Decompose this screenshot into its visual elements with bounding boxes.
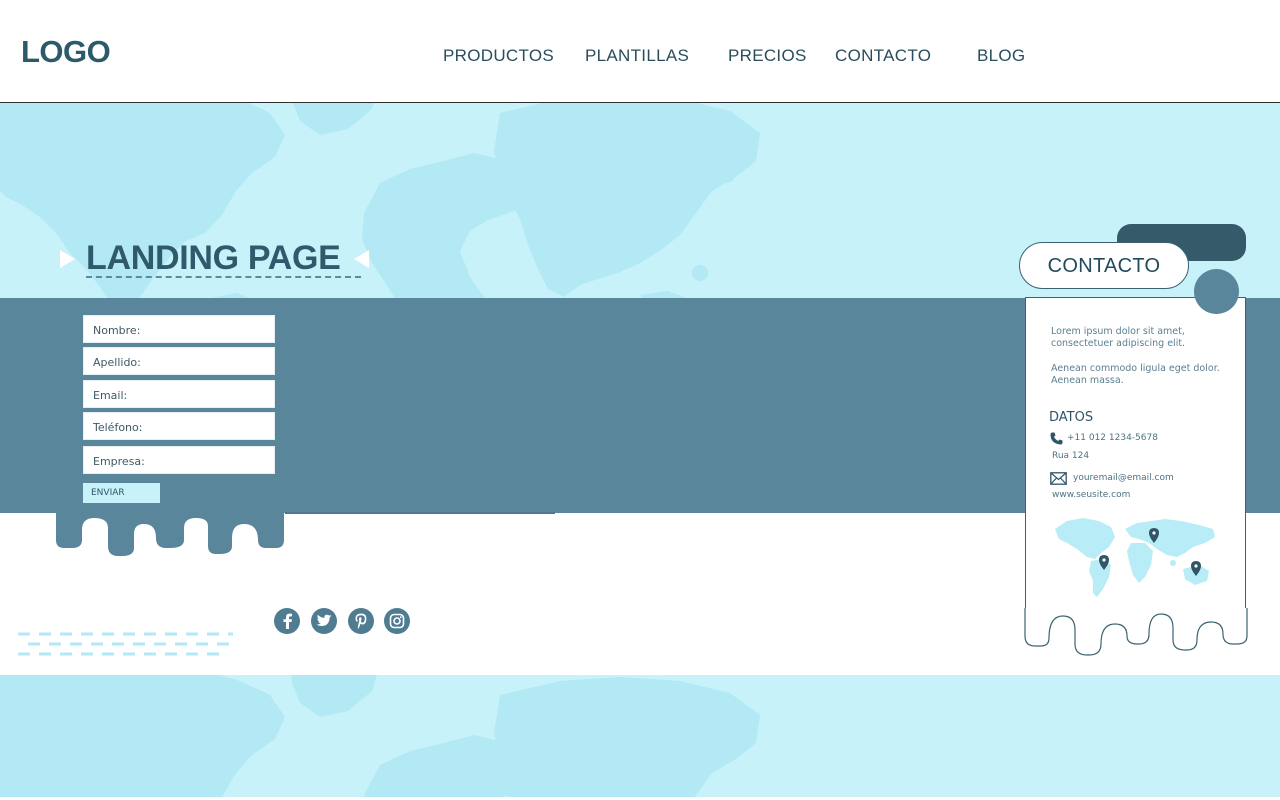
title-arrow-left xyxy=(60,250,75,268)
band-divider xyxy=(285,512,555,514)
nav-precios[interactable]: PRECIOS xyxy=(728,46,807,66)
card-paragraph-1: Lorem ipsum dolor sit amet, consectetuer… xyxy=(1051,326,1186,349)
enviar-button[interactable]: ENVIAR xyxy=(83,483,160,503)
website-link[interactable]: www.seusite.com xyxy=(1052,490,1130,500)
drip-decoration xyxy=(56,512,284,556)
nav-blog[interactable]: BLOG xyxy=(977,46,1025,66)
footer-section xyxy=(0,675,1280,797)
world-map-mini xyxy=(1055,518,1215,597)
nav-plantillas[interactable]: PLANTILLAS xyxy=(585,46,689,66)
site-header: LOGO PRODUCTOS PLANTILLAS PRECIOS CONTAC… xyxy=(0,0,1280,103)
address: Rua 124 xyxy=(1052,451,1090,461)
nav-contacto[interactable]: CONTACTO xyxy=(835,46,931,66)
title-underline xyxy=(86,276,361,278)
telefono-field[interactable]: Teléfono: xyxy=(83,412,275,440)
card-circle-decoration xyxy=(1194,269,1239,314)
facebook-icon[interactable] xyxy=(274,608,300,634)
apellido-field[interactable]: Apellido: xyxy=(83,347,275,375)
logo[interactable]: LOGO xyxy=(21,34,111,70)
datos-label: DATOS xyxy=(1049,410,1094,425)
dash-decoration xyxy=(18,632,233,656)
page-title: LANDING PAGE xyxy=(86,239,341,277)
email-field[interactable]: Email: xyxy=(83,380,275,408)
email-address[interactable]: youremail@email.com xyxy=(1073,473,1174,483)
phone-number: +11 012 1234-5678 xyxy=(1067,433,1158,443)
title-arrow-right xyxy=(354,250,369,268)
instagram-icon[interactable] xyxy=(384,608,410,634)
empresa-field[interactable]: Empresa: xyxy=(83,446,275,474)
pinterest-icon[interactable] xyxy=(348,608,374,634)
contact-heading-button[interactable]: CONTACTO xyxy=(1019,242,1189,289)
nombre-field[interactable]: Nombre: xyxy=(83,315,275,343)
world-map-background-footer xyxy=(0,675,760,797)
nav-productos[interactable]: PRODUCTOS xyxy=(443,46,554,66)
card-paragraph-2: Aenean commodo ligula eget dolor. Aenean… xyxy=(1051,363,1220,386)
twitter-icon[interactable] xyxy=(311,608,337,634)
mail-icon xyxy=(1050,472,1067,485)
card-wavy-bottom xyxy=(1024,608,1248,656)
phone-icon xyxy=(1050,432,1063,445)
